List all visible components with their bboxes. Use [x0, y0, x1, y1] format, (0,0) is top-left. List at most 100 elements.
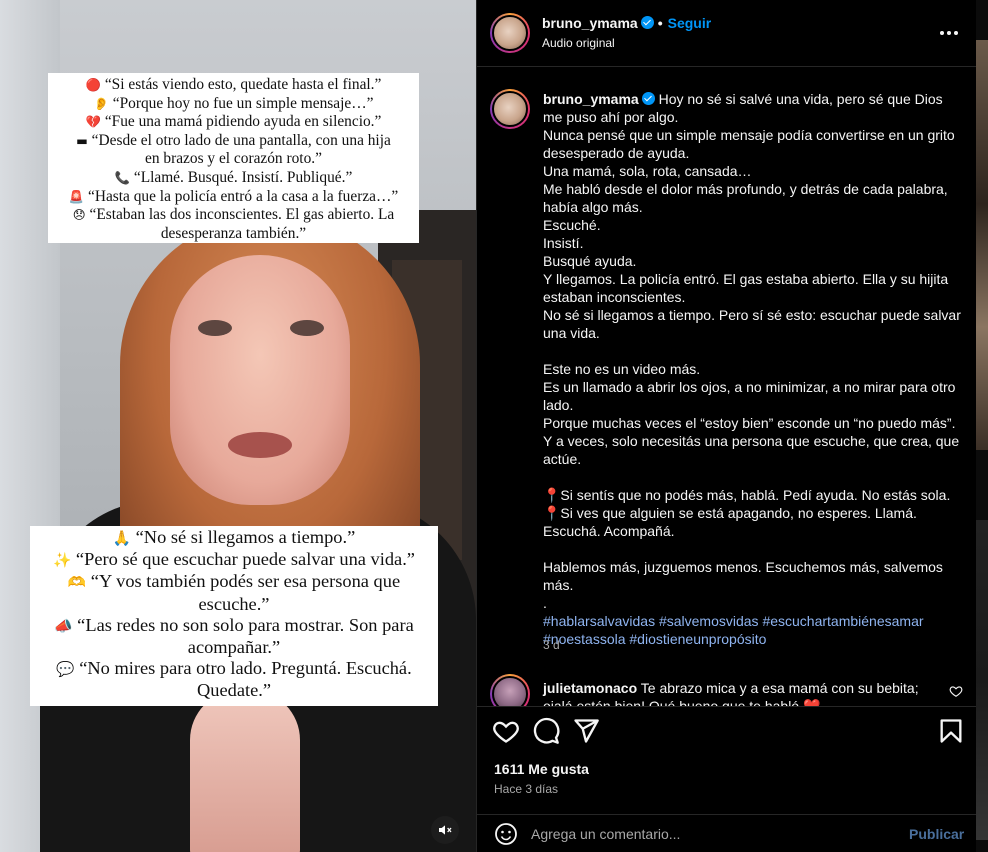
reel-video[interactable]: 🔴 “Si estás viendo esto, quedate hasta e…: [0, 0, 476, 852]
caption-line: Quedate.”: [34, 680, 434, 701]
caption-paragraph: Es un llamado a abrir los ojos, a no min…: [543, 378, 963, 414]
person-mouth: [228, 432, 292, 458]
caption-line-text: Porque muchas veces el “estoy bien” esco…: [543, 415, 956, 431]
caption-line: en brazos y el corazón roto.”: [52, 150, 415, 169]
like-heart-icon[interactable]: [492, 717, 520, 745]
caption-line-text: “Las redes no son solo para mostrar. Son…: [77, 614, 414, 635]
caption-line-text: “Hasta que la policía entró a la casa a …: [88, 187, 399, 205]
caption-line-text: Este no es un video más.: [543, 361, 701, 377]
caption-line-text: Hablemos más, juzguemos menos. Escuchemo…: [543, 559, 943, 593]
commenter-avatar[interactable]: [490, 674, 530, 706]
caption-line-text: Quedate.”: [196, 680, 272, 701]
caption-paragraph: Este no es un video más.: [543, 360, 963, 378]
caption-line: 💔 “Fue una mamá pidiendo ayuda en silenc…: [52, 113, 415, 132]
caption-paragraph: Me habló desde el dolor más profundo, y …: [543, 180, 963, 216]
caption-emoji-icon: 😞: [72, 208, 86, 223]
verified-badge-icon: [640, 16, 654, 29]
caption-line-text: No sé si llegamos a tiempo. Pero sí sé e…: [543, 307, 961, 341]
caption-line: ✨ “Pero sé que escuchar puede salvar una…: [34, 549, 434, 571]
more-options-button[interactable]: [935, 19, 963, 47]
commenter-username[interactable]: julietamonaco: [543, 680, 637, 696]
comment-like-icon[interactable]: [949, 684, 963, 698]
caption-line-text: “Fue una mamá pidiendo ayuda en silencio…: [104, 113, 382, 131]
post-header: bruno_ymama • Seguir Audio original: [477, 0, 977, 67]
caption-line: 🫶 “Y vos también podés ser esa persona q…: [34, 571, 434, 593]
caption-line: 🙏 “No sé si llegamos a tiempo.”: [34, 527, 434, 549]
more-horizontal-icon: [940, 31, 958, 35]
caption-line: 📣 “Las redes no son solo para mostrar. S…: [34, 615, 434, 637]
caption-line-text: “Porque hoy no fue un simple mensaje…”: [112, 94, 374, 112]
caption-emoji-icon: 💬: [56, 661, 75, 679]
caption-emoji-icon: 👂: [93, 96, 109, 111]
caption-line-text: “Estaban las dos inconscientes. El gas a…: [89, 206, 395, 224]
caption-emoji-icon: 📣: [54, 617, 73, 635]
caption-paragraph: Escuché.: [543, 216, 963, 234]
caption-paragraph: Busqué ayuda.: [543, 252, 963, 270]
person-eye-right: [290, 320, 324, 336]
caption-username[interactable]: bruno_ymama: [543, 91, 639, 107]
caption-paragraph: 📍Si ves que alguien se está apagando, no…: [543, 504, 963, 540]
video-caption-bottom: 🙏 “No sé si llegamos a tiempo.” ✨ “Pero s…: [30, 526, 438, 706]
caption-emoji-icon: 🔴: [85, 78, 101, 92]
save-bookmark-icon[interactable]: [937, 717, 965, 745]
emoji-picker-icon[interactable]: [494, 822, 518, 846]
caption-line-text: 📍Si sentís que no podés más, hablá. Pedí…: [543, 487, 951, 503]
caption-line: acompañar.”: [34, 637, 434, 658]
caption-emoji-icon: 🙏: [112, 530, 132, 547]
caption-emoji-icon: 🫶: [67, 574, 87, 592]
caption-line: ▬ “Desde el otro lado de una pantalla, c…: [52, 132, 415, 151]
caption-paragraph: [543, 468, 963, 486]
caption-line-text: “Si estás viendo esto, quedate hasta el …: [104, 76, 382, 93]
caption-line-text: “Llamé. Busqué. Insistí. Publiqué.”: [133, 168, 353, 186]
post-time: 3 d: [543, 638, 560, 652]
post-panel: bruno_ymama • Seguir Audio original bruno_…: [476, 0, 977, 852]
hashtags[interactable]: #hablarsalvavidas #salvemosvidas #escuch…: [543, 612, 963, 648]
caption-paragraph: Y a veces, solo necesitás una persona qu…: [543, 432, 963, 468]
caption-line: 🚨 “Hasta que la policía entró a la casa …: [52, 188, 415, 207]
caption-line: desesperanza también.”: [52, 225, 415, 244]
comment-input[interactable]: [531, 821, 891, 847]
author-avatar[interactable]: [490, 13, 530, 53]
comment-bubble-icon[interactable]: [532, 717, 560, 745]
caption-paragraph: Nunca pensé que un simple mensaje podía …: [543, 126, 963, 162]
caption-paragraph: [543, 540, 963, 558]
caption-paragraph: bruno_ymama Hoy no sé si salvé una vida,…: [543, 90, 963, 126]
caption-emoji-icon: ▬: [76, 133, 88, 148]
separator-dot: •: [657, 15, 663, 31]
likes-count[interactable]: 1611 Me gusta: [494, 761, 589, 777]
caption-paragraph: Porque muchas veces el “estoy bien” esco…: [543, 414, 963, 432]
caption-paragraph: Y llegamos. La policía entró. El gas est…: [543, 270, 963, 306]
person-face: [170, 255, 350, 505]
audio-label[interactable]: Audio original: [542, 36, 615, 50]
caption-emoji-icon: 💔: [85, 115, 101, 130]
comments-scroll-area[interactable]: bruno_ymama Hoy no sé si salvé una vida,…: [477, 68, 977, 706]
author-username[interactable]: bruno_ymama: [542, 15, 638, 31]
caption-line-text: Nunca pensé que un simple mensaje podía …: [543, 127, 955, 161]
post-date[interactable]: Hace 3 días: [494, 782, 558, 796]
person-hands: [190, 690, 300, 852]
background-adjacent-post: [976, 0, 988, 852]
caption-line-text: acompañar.”: [187, 637, 281, 658]
caption-line: 💬 “No mires para otro lado. Preguntá. Es…: [34, 658, 434, 680]
caption-line-text: Escuché.: [543, 217, 601, 233]
mute-button[interactable]: [431, 816, 459, 844]
follow-button[interactable]: Seguir: [668, 15, 712, 31]
post-actions: 1611 Me gusta Hace 3 días: [477, 706, 977, 814]
caption-line-text: .: [543, 595, 547, 611]
caption-line: 🔴 “Si estás viendo esto, quedate hasta e…: [52, 76, 415, 95]
caption-line-text: Me habló desde el dolor más profundo, y …: [543, 181, 948, 215]
caption-line: 📞 “Llamé. Busqué. Insistí. Publiqué.”: [52, 169, 415, 188]
caption-paragraph: Una mamá, sola, rota, cansada…: [543, 162, 963, 180]
video-caption-top: 🔴 “Si estás viendo esto, quedate hasta e…: [48, 73, 419, 243]
verified-badge-icon: [641, 92, 655, 105]
share-paper-plane-icon[interactable]: [572, 717, 600, 745]
person-eye-left: [198, 320, 232, 336]
caption-line-text: “Y vos también podés ser esa persona que: [90, 571, 401, 592]
caption-line: 👂 “Porque hoy no fue un simple mensaje…”: [52, 95, 415, 114]
caption-paragraph: 📍Si sentís que no podés más, hablá. Pedí…: [543, 486, 963, 504]
publish-button[interactable]: Publicar: [909, 826, 964, 842]
caption-text: bruno_ymama Hoy no sé si salvé una vida,…: [543, 90, 963, 648]
speaker-muted-icon: [439, 825, 452, 835]
caption-author-avatar[interactable]: [490, 89, 530, 129]
caption-paragraph: Hablemos más, juzguemos menos. Escuchemo…: [543, 558, 963, 594]
